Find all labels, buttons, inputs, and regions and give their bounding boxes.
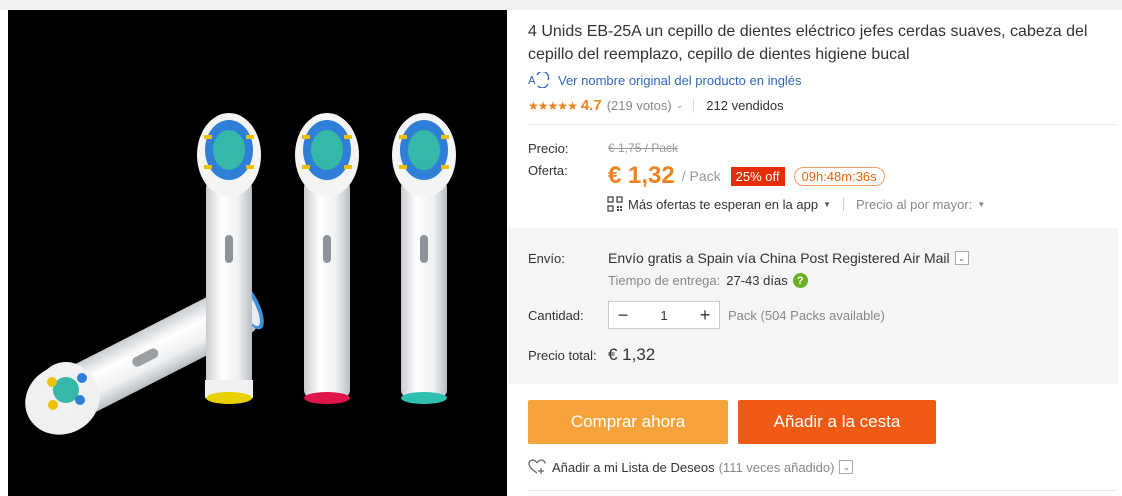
- quantity-input[interactable]: 1: [637, 308, 691, 323]
- countdown-timer: 09h:48m:36s: [793, 166, 885, 186]
- original-price: € 1,75 / Pack: [608, 141, 679, 155]
- star-icon: ★: [537, 98, 549, 113]
- total-label: Precio total:: [528, 348, 597, 363]
- product-title: 4 Unids EB-25A un cepillo de dientes elé…: [528, 23, 1088, 63]
- divider: [528, 490, 1117, 491]
- chevron-down-icon[interactable]: ⌄: [954, 251, 969, 265]
- caret-down-icon[interactable]: ▼: [977, 200, 985, 209]
- divider: [693, 98, 695, 113]
- quantity-stepper[interactable]: − 1 +: [608, 301, 720, 329]
- buy-now-button[interactable]: Comprar ahora: [528, 400, 728, 444]
- toothbrush-heads-image: [8, 10, 507, 496]
- delivery-days: 27-43 días: [726, 273, 788, 288]
- chevron-down-icon[interactable]: ⌄: [839, 460, 854, 474]
- qr-code-icon: [607, 196, 623, 212]
- top-strip: [0, 0, 1122, 10]
- offer-row: € 1,32 / Pack 25% off 09h:48m:36s: [608, 162, 885, 190]
- heart-outline-icon[interactable]: [528, 459, 546, 475]
- rating-value: 4.7: [580, 97, 602, 114]
- translate-link-text[interactable]: Ver nombre original del producto en ingl…: [558, 73, 802, 88]
- shipping-method-text[interactable]: Envío gratis a Spain vía China Post Regi…: [608, 250, 950, 266]
- rating-row: ★ ★ ★ ★ ★ 4.7 (219 votos) ⌄ 212 vendidos: [528, 97, 784, 114]
- wishlist-count: (111 veces añadido): [718, 459, 835, 475]
- brush-head-2: [295, 113, 359, 404]
- price-unit: / Pack: [681, 168, 721, 184]
- total-price: € 1,32: [608, 345, 656, 364]
- offer-price: € 1,32: [608, 162, 675, 189]
- delivery-time: Tiempo de entrega: 27-43 días ?: [608, 273, 808, 288]
- shipping-method[interactable]: Envío gratis a Spain vía China Post Regi…: [608, 250, 969, 266]
- star-icon: ★: [547, 98, 559, 113]
- star-icon: ★: [567, 98, 578, 113]
- wholesale-price-link[interactable]: Precio al por mayor:: [856, 197, 972, 212]
- bristles-lying: [38, 362, 94, 418]
- star-icon: ★: [528, 98, 539, 113]
- app-offers-row: Más ofertas te esperan en la app ▼ Preci…: [607, 196, 997, 212]
- quantity-availability: Pack (504 Packs available): [728, 308, 885, 323]
- votes-link[interactable]: (219 votos): [607, 98, 672, 113]
- svg-text:A: A: [528, 74, 536, 87]
- price-label: Precio:: [528, 141, 569, 156]
- sold-count: 212 vendidos: [706, 98, 784, 113]
- increment-button[interactable]: +: [691, 302, 719, 328]
- brush-head-3: [392, 113, 456, 404]
- translate-link[interactable]: A Ver nombre original del producto en in…: [528, 72, 802, 88]
- app-offers-link[interactable]: Más ofertas te esperan en la app: [628, 197, 818, 212]
- rating-stars: ★ ★ ★ ★ ★: [528, 98, 578, 113]
- wishlist-link[interactable]: Añadir a mi Lista de Deseos: [552, 460, 715, 475]
- wishlist-row[interactable]: Añadir a mi Lista de Deseos (111 veces a…: [528, 459, 854, 475]
- add-to-cart-button[interactable]: Añadir a la cesta: [738, 400, 936, 444]
- chevron-down-icon[interactable]: ⌄: [676, 100, 684, 111]
- divider: [528, 124, 1117, 125]
- decrement-button[interactable]: −: [609, 302, 637, 328]
- star-icon: ★: [557, 98, 568, 113]
- help-icon[interactable]: ?: [792, 273, 808, 288]
- brush-head-1: [197, 113, 261, 404]
- product-image[interactable]: [8, 10, 507, 496]
- shipping-label: Envío:: [528, 251, 565, 266]
- quantity-label: Cantidad:: [528, 308, 584, 323]
- delivery-label: Tiempo de entrega:: [608, 273, 721, 288]
- discount-badge: 25% off: [730, 166, 785, 186]
- translate-icon: A: [528, 72, 550, 88]
- caret-down-icon[interactable]: ▼: [823, 200, 831, 209]
- offer-label: Oferta:: [528, 163, 568, 178]
- divider: [842, 197, 844, 211]
